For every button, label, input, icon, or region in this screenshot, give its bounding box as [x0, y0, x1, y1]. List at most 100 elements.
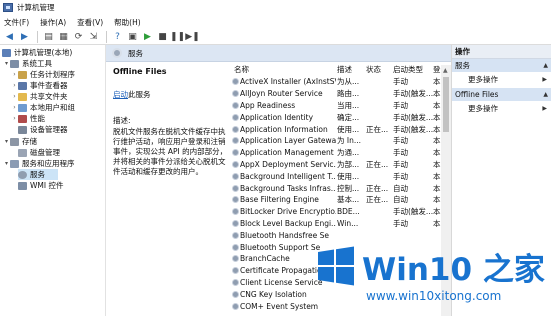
shared-folder-icon [18, 92, 27, 101]
service-startup-type: 手动 [393, 77, 408, 87]
column-name[interactable]: 名称 [234, 64, 249, 75]
forward-icon[interactable]: ▶ [18, 30, 31, 43]
collapse-up-icon[interactable]: ▲ [543, 62, 548, 69]
up-folder-icon[interactable]: ▤ [42, 30, 55, 43]
table-row[interactable]: Application Layer Gatewa... 为 In... 手动本 [230, 135, 451, 147]
table-row[interactable]: Application Information 使用... 正在... 手动(触发..… [230, 123, 451, 135]
menu-action[interactable]: 操作(A) [40, 17, 66, 28]
tree-item-event-viewer[interactable]: › 事件查看器 [11, 80, 67, 91]
expand-arrow-icon[interactable]: › [11, 93, 18, 100]
properties-icon[interactable]: ▣ [126, 30, 139, 43]
storage-icon [10, 137, 19, 146]
service-description-cell: 为通... [337, 148, 360, 158]
start-service-icon[interactable]: ▶ [141, 30, 154, 43]
column-logon[interactable]: 登 [433, 64, 441, 75]
restart-service-icon[interactable]: ▶❚ [185, 30, 199, 43]
service-startup-type: 手动(触发... [393, 89, 433, 99]
more-actions-services[interactable]: 更多操作 ▶ [452, 72, 551, 86]
scrollbar-thumb[interactable] [443, 77, 449, 132]
tree-item-services[interactable]: 服务 [18, 169, 58, 180]
navigation-tree: 计算机管理(本地) ▾ 系统工具 › 任务计划程序 › 事件查看器 › 共享文件… [0, 45, 106, 316]
collapse-up-icon[interactable]: ▲ [543, 91, 548, 98]
actions-section-services[interactable]: 服务 ▲ [452, 59, 551, 72]
menu-bar: 文件(F) 操作(A) 查看(V) 帮助(H) [0, 15, 551, 29]
service-status: 正在... [366, 183, 389, 193]
help-icon[interactable]: ? [111, 30, 124, 43]
expand-arrow-icon[interactable]: › [11, 115, 18, 122]
tree-item-disk-management[interactable]: 磁盘管理 [18, 147, 60, 158]
pause-service-icon[interactable]: ❚❚ [170, 30, 185, 43]
tree-item-performance[interactable]: › 性能 [11, 113, 45, 124]
users-icon [18, 103, 27, 112]
tree-item-storage[interactable]: ▾ 存储 [3, 136, 37, 147]
column-startup-type[interactable]: 启动类型 [393, 64, 423, 75]
service-description-cell: 路由... [337, 89, 360, 99]
column-status[interactable]: 状态 [366, 64, 381, 75]
table-header: 名称 描述 状态 启动类型 登 [230, 64, 451, 75]
service-description-cell: 使用... [337, 124, 360, 134]
tree-item-system-tools[interactable]: ▾ 系统工具 [3, 58, 52, 69]
tree-item-wmi[interactable]: WMI 控件 [18, 180, 63, 191]
tree-item-task-scheduler[interactable]: › 任务计划程序 [11, 69, 75, 80]
scroll-up-icon[interactable]: ▲ [443, 67, 448, 74]
column-description[interactable]: 描述 [337, 64, 352, 75]
menu-view[interactable]: 查看(V) [77, 17, 103, 28]
disk-icon [18, 148, 27, 157]
menu-file[interactable]: 文件(F) [4, 17, 29, 28]
gear-icon [112, 48, 122, 58]
service-startup-type: 手动 [393, 218, 408, 228]
table-row[interactable]: Block Level Backup Engi... Win... 手动本 [230, 218, 451, 230]
table-row[interactable]: Application Management 为通... 手动本 [230, 147, 451, 159]
tree-root[interactable]: 计算机管理(本地) [2, 47, 72, 58]
refresh-icon[interactable]: ⟳ [72, 30, 85, 43]
service-name: Application Management [240, 148, 334, 158]
show-hide-tree-icon[interactable]: ▦ [57, 30, 70, 43]
table-row[interactable]: ActiveX Installer (AxInstSV) 为从... 手动本 [230, 76, 451, 88]
stop-service-icon[interactable]: ■ [156, 30, 169, 43]
expand-arrow-icon[interactable]: › [11, 71, 18, 78]
service-description-cell: 当用... [337, 100, 360, 110]
computer-management-icon [3, 3, 13, 12]
service-name: Application Layer Gatewa... [240, 136, 336, 146]
service-startup-type: 手动 [393, 148, 408, 158]
wmi-icon [18, 181, 27, 190]
service-gear-icon [232, 113, 239, 121]
table-row[interactable]: Application Identity 确定... 手动(触发... 本 [230, 111, 451, 123]
table-row[interactable]: BitLocker Drive Encryptio... BDE... 手动(触发.… [230, 206, 451, 218]
table-row[interactable]: App Readiness 当用... 手动本 [230, 100, 451, 112]
service-name: Background Tasks Infras... [240, 183, 336, 193]
service-startup-type: 手动(触发... [393, 112, 433, 122]
service-name: App Readiness [240, 100, 296, 110]
table-row[interactable]: Background Intelligent T... 使用... 手动本 [230, 170, 451, 182]
table-row[interactable]: AllJoyn Router Service 路由... 手动(触发... 本 [230, 88, 451, 100]
tree-item-device-manager[interactable]: 设备管理器 [18, 124, 68, 135]
expand-arrow-icon[interactable]: › [11, 104, 18, 111]
service-startup-type: 手动 [393, 100, 408, 110]
window-title: 计算机管理 [17, 3, 55, 12]
back-icon[interactable]: ◀ [3, 30, 16, 43]
table-row[interactable]: Bluetooth Handsfree Se [230, 229, 451, 241]
service-gear-icon [232, 219, 239, 227]
collapse-arrow-icon[interactable]: ▾ [3, 160, 10, 167]
collapse-arrow-icon[interactable]: ▾ [3, 138, 10, 145]
tree-item-services-apps[interactable]: ▾ 服务和应用程序 [3, 158, 75, 169]
collapse-arrow-icon[interactable]: ▾ [3, 60, 10, 67]
service-detail-panel: Offline Files 启动此服务 描述: 脱机文件服务在脱机文件缓存中执行… [113, 67, 228, 177]
table-row[interactable]: Background Tasks Infras... 控制... 正在... 自动本 [230, 182, 451, 194]
service-startup-type: 手动 [393, 171, 408, 181]
service-name: Base Filtering Engine [240, 195, 319, 205]
tree-item-local-users[interactable]: › 本地用户和组 [11, 102, 75, 113]
computer-icon [2, 48, 11, 57]
table-row[interactable]: Base Filtering Engine 基本... 正在... 自动本 [230, 194, 451, 206]
actions-section-offline-files[interactable]: Offline Files ▲ [452, 88, 551, 101]
expand-arrow-icon[interactable]: › [11, 82, 18, 89]
more-actions-offline-files[interactable]: 更多操作 ▶ [452, 101, 551, 115]
service-startup-type: 手动 [393, 159, 408, 169]
service-name: Background Intelligent T... [240, 171, 336, 181]
service-gear-icon [232, 90, 239, 98]
table-row[interactable]: AppX Deployment Servic... 为部... 正在... 手动本 [230, 159, 451, 171]
start-service-link[interactable]: 启动 [113, 90, 128, 99]
export-list-icon[interactable]: ⇲ [87, 30, 100, 43]
tree-item-shared-folders[interactable]: › 共享文件夹 [11, 91, 67, 102]
menu-help[interactable]: 帮助(H) [114, 17, 141, 28]
